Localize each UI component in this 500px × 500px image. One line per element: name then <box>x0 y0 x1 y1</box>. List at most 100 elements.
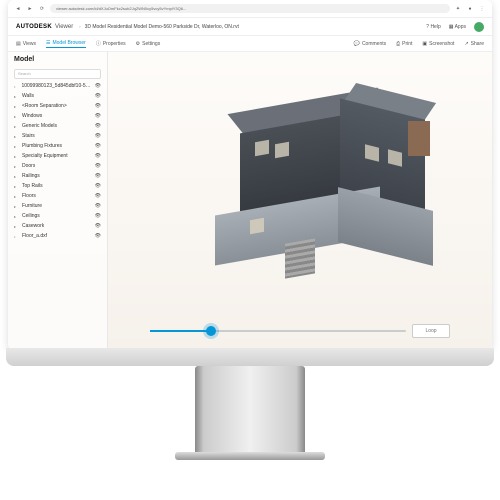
tree-item[interactable]: ▸Doors 👁 <box>8 161 107 171</box>
visibility-icon[interactable]: 👁 <box>95 93 101 99</box>
panel-title: Model <box>8 52 107 67</box>
loop-button[interactable]: Loop <box>412 324 450 338</box>
tab-print[interactable]: ⎙Print <box>396 41 412 47</box>
help-link[interactable]: ? Help <box>426 24 440 30</box>
visibility-icon[interactable]: 👁 <box>95 223 101 229</box>
toolbar-tabs: ▤Views ☰Model Browser ⓘProperties ⚙Setti… <box>8 36 492 52</box>
tree-item-label: 10099980123_5d845dbf10-560-w... <box>21 83 91 89</box>
visibility-icon[interactable]: 👁 <box>95 113 101 119</box>
visibility-icon[interactable]: 👁 <box>95 213 101 219</box>
chevron-right-icon: ▸ <box>14 214 19 219</box>
monitor-bezel <box>6 348 494 366</box>
building-model[interactable] <box>170 91 430 291</box>
tree-item-label: Specialty Equipment <box>22 153 68 159</box>
gear-icon: ⚙ <box>136 41 140 47</box>
brand-logo: AUTODESK <box>16 24 52 30</box>
visibility-icon[interactable]: 👁 <box>95 173 101 179</box>
tree-item[interactable]: ▸Windows👁 <box>8 111 107 121</box>
chevron-right-icon: ▸ <box>14 134 19 139</box>
tree-item[interactable]: ▸Casework👁 <box>8 221 107 231</box>
monitor-stand <box>195 366 305 456</box>
visibility-icon[interactable]: 👁 <box>95 233 101 239</box>
tree-item[interactable]: •10099980123_5d845dbf10-560-w... 👁 <box>8 81 107 91</box>
extension-icon[interactable]: ✦ <box>454 5 462 13</box>
visibility-icon[interactable]: 👁 <box>95 163 101 169</box>
apps-link[interactable]: ▦ Apps <box>449 24 466 30</box>
print-icon: ⎙ <box>396 41 400 47</box>
chevron-right-icon: ▸ <box>14 164 19 169</box>
stairs <box>285 238 315 278</box>
slider-track[interactable] <box>150 330 406 332</box>
tree-item-label: <Room Separation> <box>22 103 67 109</box>
chevron-right-icon: ▸ <box>14 184 19 189</box>
visibility-icon[interactable]: 👁 <box>95 193 101 199</box>
tree-item[interactable]: ▸<Room Separation> 👁 <box>8 101 107 111</box>
info-icon: ⓘ <box>96 40 101 47</box>
browser-chrome: ◄ ► ⟳ viewer.autodesk.com/id/dXJuOmFkc2s… <box>8 0 492 18</box>
tree-item[interactable]: ▸Ceilings 👁 <box>8 211 107 221</box>
tree-item[interactable]: ▸Furniture👁 <box>8 201 107 211</box>
tab-share[interactable]: ↗Share <box>464 41 484 47</box>
tree-item-label: Generic Models <box>22 123 57 129</box>
tree-item[interactable]: ▸Walls 👁 <box>8 91 107 101</box>
tree-item-label: Railings <box>22 173 40 179</box>
tree-item-label: Floors <box>22 193 36 199</box>
menu-icon[interactable]: ⋮ <box>478 5 486 13</box>
views-icon: ▤ <box>16 41 21 47</box>
avatar[interactable] <box>474 22 484 32</box>
chevron-right-icon: ▸ <box>14 104 19 109</box>
tree-item[interactable]: ▸Railings👁 <box>8 171 107 181</box>
file-name: 3D Model Residential Model Demo-560 Park… <box>85 24 239 30</box>
search-input[interactable]: Search <box>14 69 101 79</box>
visibility-icon[interactable]: 👁 <box>95 83 101 89</box>
tab-properties[interactable]: ⓘProperties <box>96 40 126 47</box>
reload-icon[interactable]: ⟳ <box>38 5 46 13</box>
tree-item-label: Walls <box>22 93 34 99</box>
tab-views[interactable]: ▤Views <box>16 41 36 47</box>
tree-item[interactable]: ▸Plumbing Fixtures👁 <box>8 141 107 151</box>
tree-item-label: Stairs <box>22 133 35 139</box>
tree-item[interactable]: ▸Floors 👁 <box>8 191 107 201</box>
tree-item-label: Ceilings <box>22 213 40 219</box>
tab-model-browser[interactable]: ☰Model Browser <box>46 40 86 48</box>
comment-icon: 💬 <box>354 41 360 47</box>
chevron-right-icon: ▸ <box>14 194 19 199</box>
back-icon[interactable]: ◄ <box>14 5 22 13</box>
visibility-icon[interactable]: 👁 <box>95 103 101 109</box>
tree-icon: ☰ <box>46 40 50 46</box>
visibility-icon[interactable]: 👁 <box>95 183 101 189</box>
tree-item[interactable]: ▸Stairs 👁 <box>8 131 107 141</box>
model-tree: •10099980123_5d845dbf10-560-w...👁▸Walls👁… <box>8 81 107 241</box>
tree-item-label: Top Rails <box>22 183 43 189</box>
3d-viewport[interactable]: Loop <box>108 52 492 350</box>
tree-item[interactable]: ▸Top Rails 👁 <box>8 181 107 191</box>
section-slider: Loop <box>150 322 450 340</box>
visibility-icon[interactable]: 👁 <box>95 153 101 159</box>
chevron-right-icon: ▸ <box>14 94 19 99</box>
tab-screenshot[interactable]: ▣Screenshot <box>422 41 454 47</box>
dot-icon: • <box>14 84 18 89</box>
share-icon: ↗ <box>464 41 468 47</box>
visibility-icon[interactable]: 👁 <box>95 143 101 149</box>
tree-item[interactable]: ▸Generic Models👁 <box>8 121 107 131</box>
window <box>255 140 269 156</box>
tree-item-label: Furniture <box>22 203 42 209</box>
tab-settings[interactable]: ⚙Settings <box>136 41 161 47</box>
visibility-icon[interactable]: 👁 <box>95 123 101 129</box>
chevron-right-icon: ▸ <box>14 114 19 119</box>
slider-thumb[interactable] <box>206 326 216 336</box>
address-bar[interactable]: viewer.autodesk.com/id/dXJuOmFkc2sub2JqZ… <box>50 4 450 13</box>
window <box>250 218 264 234</box>
tree-item-label: Casework <box>22 223 44 229</box>
tree-item[interactable]: ▸Specialty Equipment👁 <box>8 151 107 161</box>
app-window: ◄ ► ⟳ viewer.autodesk.com/id/dXJuOmFkc2s… <box>8 0 492 350</box>
visibility-icon[interactable]: 👁 <box>95 133 101 139</box>
tree-item-label: Doors <box>22 163 35 169</box>
forward-icon[interactable]: ► <box>26 5 34 13</box>
tree-item[interactable]: •Floor_a.dxf👁 <box>8 231 107 241</box>
profile-icon[interactable]: ● <box>466 5 474 13</box>
tab-comments[interactable]: 💬Comments <box>354 41 386 47</box>
help-icon: ? <box>426 24 429 30</box>
visibility-icon[interactable]: 👁 <box>95 203 101 209</box>
chimney <box>408 121 430 156</box>
